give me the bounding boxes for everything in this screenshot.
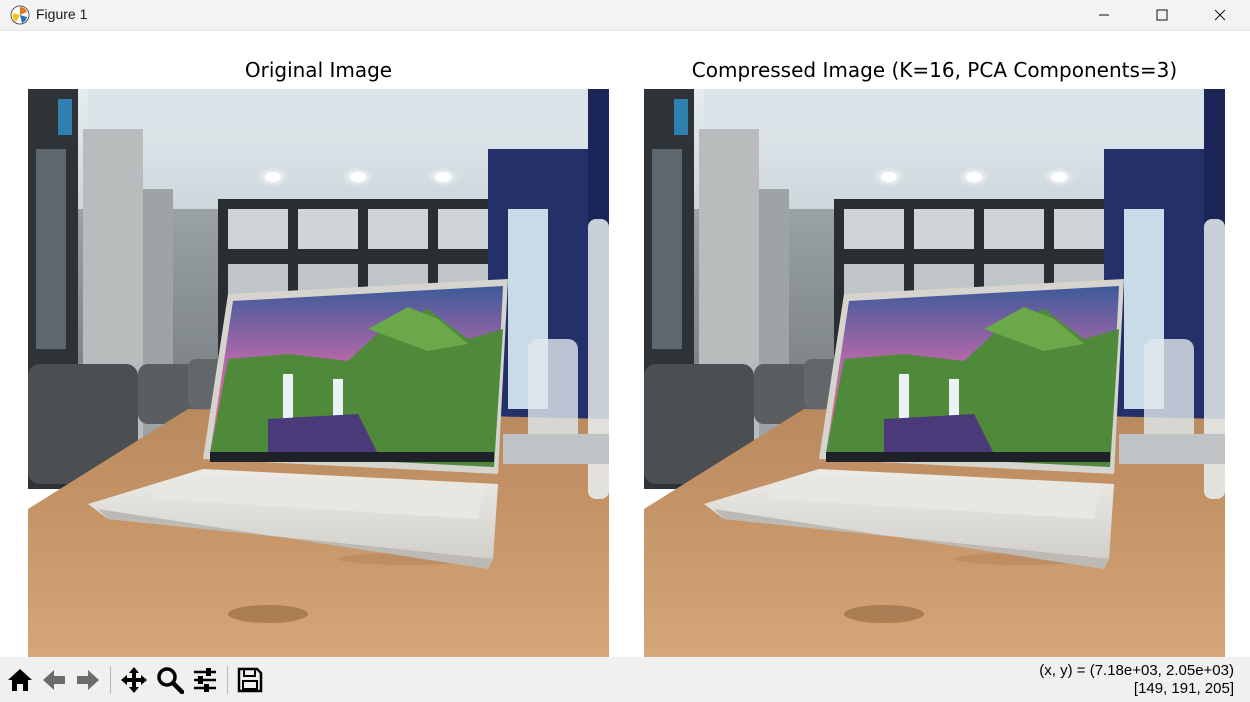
zoom-icon	[157, 667, 184, 694]
zoom-button[interactable]	[154, 664, 186, 696]
close-icon	[1214, 9, 1226, 21]
cursor-readout: (x, y) = (7.18e+03, 2.05e+03) [149, 191,…	[1039, 662, 1234, 698]
forward-button[interactable]	[72, 664, 104, 696]
back-arrow-icon	[43, 670, 65, 690]
close-button[interactable]	[1191, 0, 1249, 30]
pixel-value: [149, 191, 205]	[1133, 680, 1234, 697]
window-titlebar: Figure 1	[0, 0, 1250, 31]
home-button[interactable]	[4, 664, 36, 696]
configure-subplots-icon	[194, 668, 216, 692]
toolbar-separator	[227, 666, 228, 694]
pan-icon	[121, 667, 147, 693]
maximize-button[interactable]	[1133, 0, 1191, 30]
minimize-button[interactable]	[1075, 0, 1133, 30]
cursor-coordinates: (x, y) = (7.18e+03, 2.05e+03)	[1039, 662, 1234, 679]
configure-subplots-button[interactable]	[189, 664, 221, 696]
original-image[interactable]	[28, 89, 609, 669]
axes-title-compressed: Compressed Image (K=16, PCA Components=3…	[691, 58, 1178, 82]
figure-canvas[interactable]: Original Image Compressed Image (K=16, P…	[0, 31, 1250, 669]
back-button[interactable]	[38, 664, 70, 696]
minimize-icon	[1099, 14, 1109, 16]
compressed-image[interactable]	[644, 89, 1225, 669]
forward-arrow-icon	[77, 670, 99, 690]
home-icon	[8, 669, 32, 691]
save-icon	[237, 667, 263, 693]
toolbar-separator	[110, 666, 111, 694]
matplotlib-icon	[10, 5, 30, 25]
maximize-icon	[1156, 9, 1168, 21]
axes-title-original: Original Image	[244, 58, 393, 82]
window-title: Figure 1	[36, 6, 88, 22]
pan-button[interactable]	[118, 664, 150, 696]
navigation-toolbar: (x, y) = (7.18e+03, 2.05e+03) [149, 191,…	[0, 657, 1250, 702]
save-button[interactable]	[234, 664, 266, 696]
